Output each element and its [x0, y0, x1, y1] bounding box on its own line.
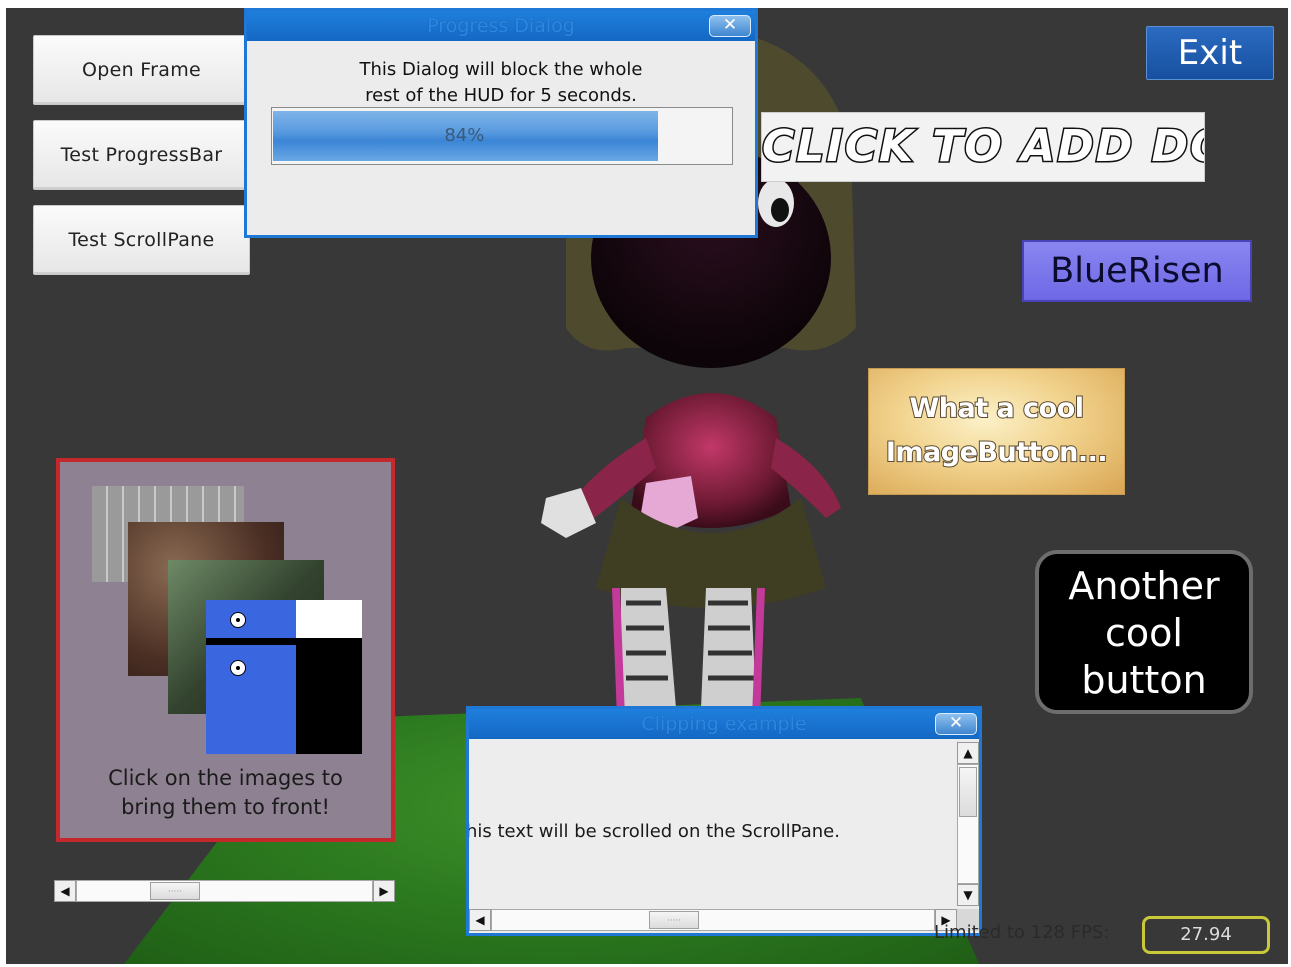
scroll-right-button[interactable]: ▶: [373, 880, 395, 902]
scroll-left-button[interactable]: ◀: [54, 880, 76, 902]
image-panel-caption-line2: bring them to front!: [121, 795, 330, 819]
clipping-window-title: Clipping example: [641, 713, 807, 735]
progress-dialog-close-button[interactable]: ✕: [709, 15, 751, 37]
progress-dialog-message: This Dialog will block the whole rest of…: [247, 57, 755, 109]
another-cool-button[interactable]: Another cool button: [1035, 550, 1253, 714]
scroll-up-button[interactable]: ▲: [957, 742, 979, 764]
test-scrollpane-button[interactable]: Test ScrollPane: [33, 205, 250, 275]
eye-image[interactable]: [206, 600, 362, 754]
horizontal-scrollbar[interactable]: ◀ ····· ▶: [54, 879, 395, 903]
close-icon: ✕: [948, 713, 964, 733]
image-button-line1: What a cool: [908, 392, 1085, 425]
progress-dialog-titlebar[interactable]: Progress Dialog: [247, 11, 755, 41]
scroll-down-button[interactable]: ▼: [957, 884, 979, 906]
cool-button-line2: cool: [1105, 611, 1183, 655]
progress-dialog-message-line1: This Dialog will block the whole: [359, 59, 643, 80]
progress-bar: 84%: [271, 107, 733, 165]
progress-dialog-title: Progress Dialog: [427, 15, 575, 37]
test-progressbar-button[interactable]: Test ProgressBar: [33, 120, 250, 190]
arrow-left-icon: ◀: [475, 913, 485, 927]
scrollbar-track[interactable]: [76, 880, 373, 902]
image-panel-caption-line1: Click on the images to: [108, 766, 343, 790]
arrow-left-icon: ◀: [60, 884, 70, 898]
progress-dialog: Progress Dialog ✕ This Dialog will block…: [244, 8, 758, 238]
fps-limit-label: Limited to 128 FPS:: [934, 922, 1110, 943]
image-panel-caption: Click on the images to bring them to fro…: [60, 764, 391, 822]
arrow-down-icon: ▼: [963, 888, 973, 902]
cool-image-button[interactable]: What a cool ImageButton...: [868, 368, 1125, 495]
cool-button-line3: button: [1081, 658, 1207, 702]
exit-button[interactable]: Exit: [1146, 26, 1274, 80]
close-icon: ✕: [722, 15, 738, 35]
progress-bar-label: 84%: [444, 125, 485, 146]
vertical-scrollbar-thumb[interactable]: [959, 767, 977, 817]
clipping-window-titlebar[interactable]: Clipping example: [469, 709, 979, 739]
game-viewport: Open Frame Test ProgressBar Test ScrollP…: [6, 8, 1288, 964]
cool-button-line1: Another: [1068, 564, 1220, 608]
image-button-line2: ImageButton...: [885, 436, 1109, 469]
dot-icon: [230, 660, 246, 676]
clipping-example-window: Clipping example ✕ This text will be scr…: [466, 706, 982, 936]
bluerisen-button[interactable]: BlueRisen: [1022, 240, 1252, 302]
arrow-right-icon: ▶: [379, 884, 389, 898]
horizontal-scrollbar-track[interactable]: [491, 909, 935, 931]
open-frame-button[interactable]: Open Frame: [33, 35, 250, 105]
scroll-left-button[interactable]: ◀: [469, 909, 491, 931]
scroll-pane-viewport[interactable]: This text will be scrolled on the Scroll…: [469, 739, 955, 909]
arrow-up-icon: ▲: [963, 746, 973, 760]
fps-counter: 27.94: [1142, 916, 1270, 954]
dot-icon: [230, 612, 246, 628]
horizontal-scrollbar-thumb[interactable]: ·····: [649, 911, 699, 929]
clipping-window-close-button[interactable]: ✕: [935, 713, 977, 735]
image-stack-panel: Click on the images to bring them to fro…: [56, 458, 395, 842]
scrolled-text: This text will be scrolled on the Scroll…: [469, 821, 840, 842]
scrollbar-thumb[interactable]: ·····: [150, 882, 200, 900]
click-to-add-dots-banner[interactable]: CLICK TO ADD DOTS.: [761, 112, 1205, 182]
progress-dialog-message-line2: rest of the HUD for 5 seconds.: [365, 85, 637, 106]
